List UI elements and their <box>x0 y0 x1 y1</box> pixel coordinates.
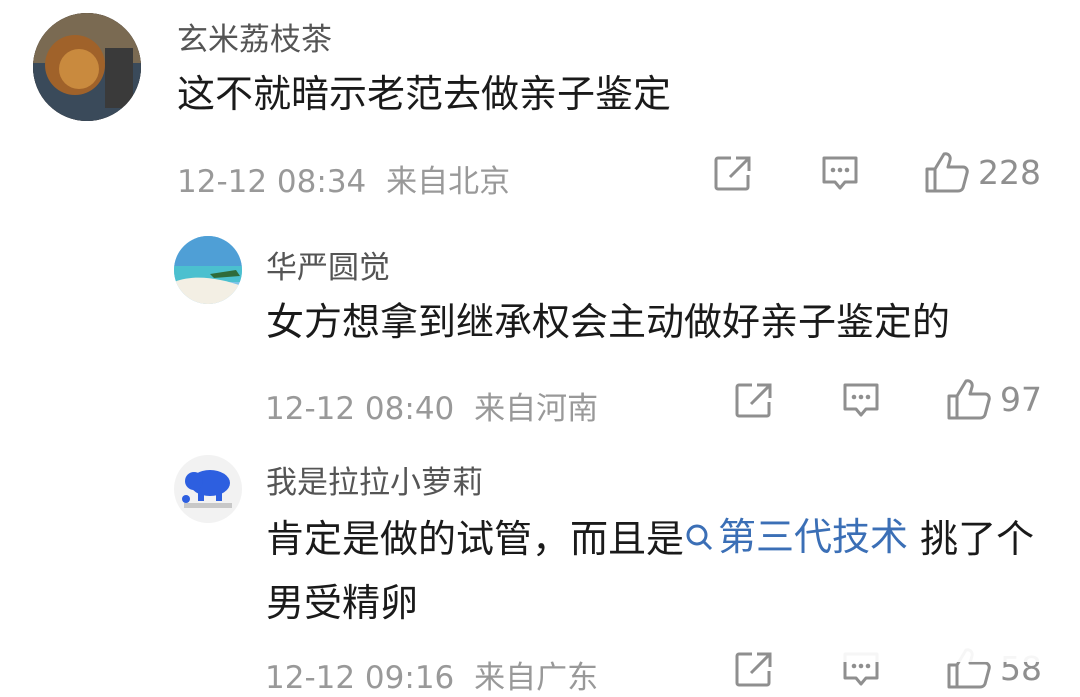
share-button[interactable] <box>734 650 774 688</box>
comment-text: 肯定是做的试管，而且是 第三代技术 挑了个男受精卵 <box>266 505 1046 635</box>
topic-label: 第三代技术 <box>718 515 909 559</box>
like-button[interactable]: 228 <box>924 150 1041 194</box>
search-icon <box>686 524 713 551</box>
comment-username[interactable]: 玄米荔枝茶 <box>177 14 332 59</box>
elephant-avatar-image <box>174 455 242 523</box>
comment-icon <box>843 383 879 417</box>
avatar[interactable] <box>174 236 242 304</box>
lion-avatar-image <box>33 13 141 121</box>
like-count: 97 <box>1000 379 1042 419</box>
like-count: 228 <box>978 152 1041 192</box>
comment-reply-button[interactable] <box>820 154 860 192</box>
share-icon <box>735 383 772 418</box>
comment-text: 这不就暗示老范去做亲子鉴定 <box>177 72 672 116</box>
comment-time: 12-12 08:34 <box>177 164 367 200</box>
comment-username[interactable]: 华严圆觉 <box>266 242 390 287</box>
comment-text-before: 肯定是做的试管，而且是 <box>266 517 685 561</box>
topic-link[interactable]: 第三代技术 <box>684 505 908 569</box>
like-button[interactable]: 97 <box>946 377 1042 421</box>
comment-meta: 12-12 09:16 来自广东 <box>265 652 598 697</box>
comment-location: 来自北京 <box>386 164 511 200</box>
comment-reply-button[interactable] <box>841 381 881 419</box>
comment-meta: 12-12 08:34 来自北京 <box>177 156 510 201</box>
share-icon <box>735 652 772 687</box>
avatar[interactable] <box>33 13 141 121</box>
watermark-overlay <box>806 628 1046 662</box>
comment-meta: 12-12 08:40 来自河南 <box>265 383 598 428</box>
comment-time: 12-12 08:40 <box>265 391 455 427</box>
comment-time: 12-12 09:16 <box>265 660 455 696</box>
avatar[interactable] <box>174 455 242 523</box>
share-button[interactable] <box>713 154 753 192</box>
comment-location: 来自广东 <box>474 660 599 696</box>
beach-avatar-image <box>174 236 242 304</box>
comment-username[interactable]: 我是拉拉小萝莉 <box>266 457 483 502</box>
share-button[interactable] <box>734 381 774 419</box>
comment-location: 来自河南 <box>474 391 599 427</box>
comment-text: 女方想拿到继承权会主动做好亲子鉴定的 <box>266 300 951 344</box>
comment-icon <box>822 156 858 190</box>
thumbs-up-icon <box>925 152 969 193</box>
thumbs-up-icon <box>947 379 991 420</box>
share-icon <box>714 156 751 191</box>
